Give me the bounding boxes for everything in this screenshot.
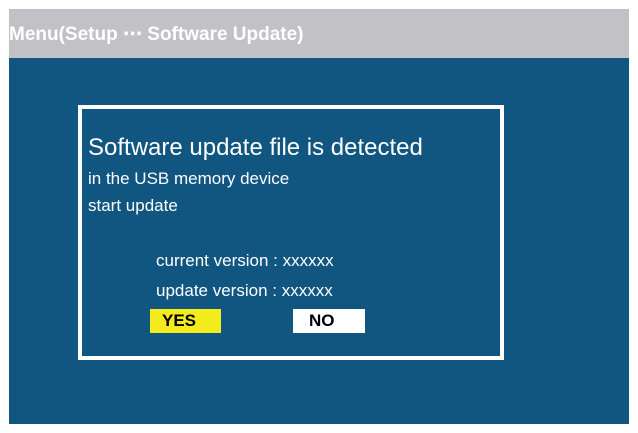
dialog-message-line-2: start update	[88, 196, 178, 215]
software-update-screen: Menu(Setup ⋯ Software Update) Software u…	[9, 9, 629, 424]
yes-button[interactable]: YES	[150, 309, 221, 333]
no-button[interactable]: NO	[293, 309, 365, 333]
dialog-message-line-1: in the USB memory device	[88, 169, 290, 188]
update-version-text: update version : xxxxxx	[156, 281, 333, 300]
current-version-text: current version : xxxxxx	[156, 251, 334, 270]
dialog-heading: Software update file is detected	[88, 134, 423, 161]
update-dialog: Software update file is detected in the …	[78, 105, 504, 360]
title-bar: Menu(Setup ⋯ Software Update)	[9, 9, 629, 58]
menu-title: Menu(Setup ⋯ Software Update)	[9, 24, 304, 45]
